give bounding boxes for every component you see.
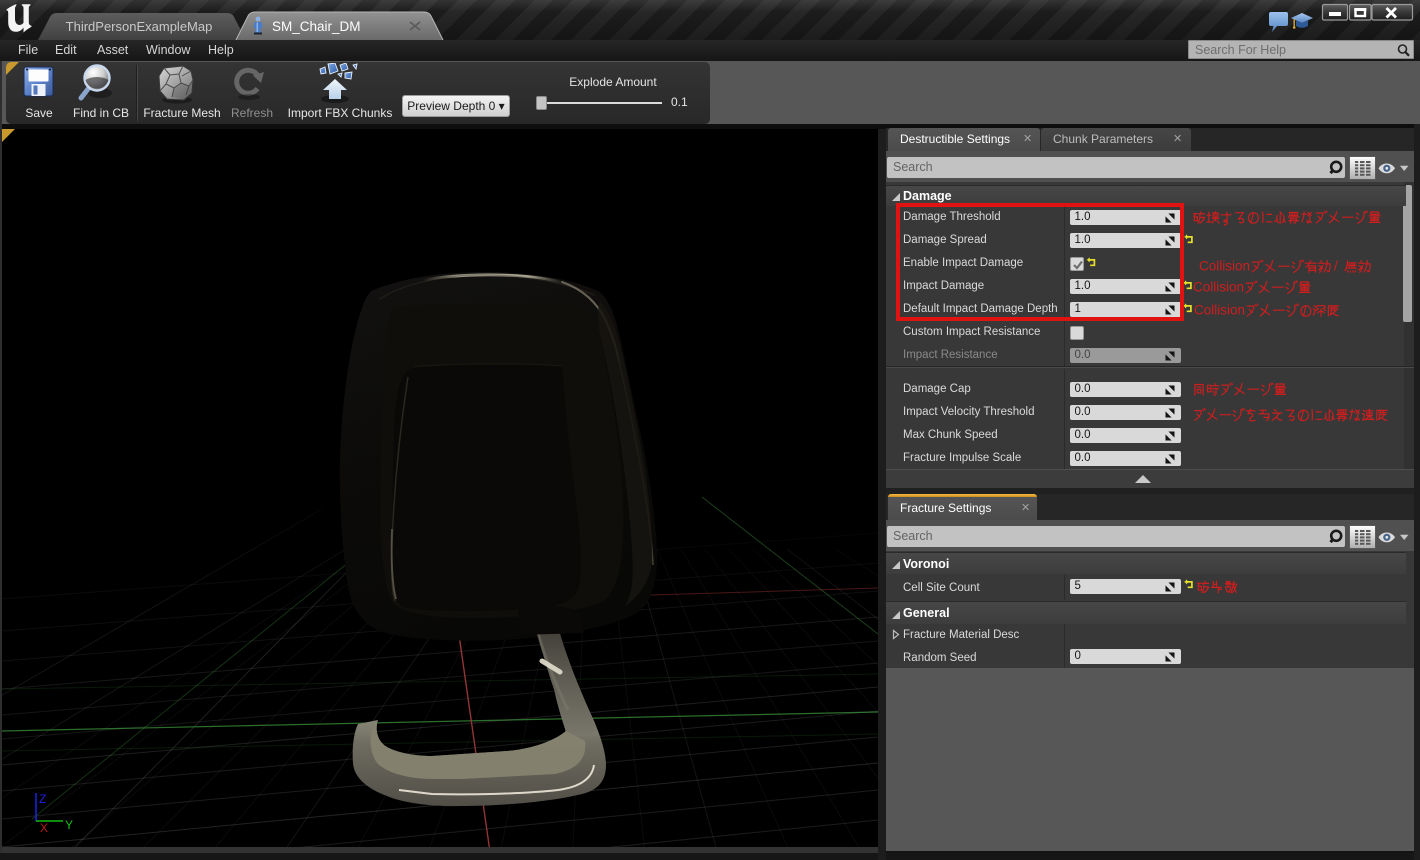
svg-text:Y: Y	[65, 818, 73, 832]
svg-text:SM_Chair_DM: SM_Chair_DM	[272, 19, 361, 34]
svg-text:ThirdPersonExampleMap: ThirdPersonExampleMap	[66, 19, 213, 34]
svg-text:Z: Z	[39, 792, 46, 806]
svg-text:X: X	[40, 821, 48, 835]
